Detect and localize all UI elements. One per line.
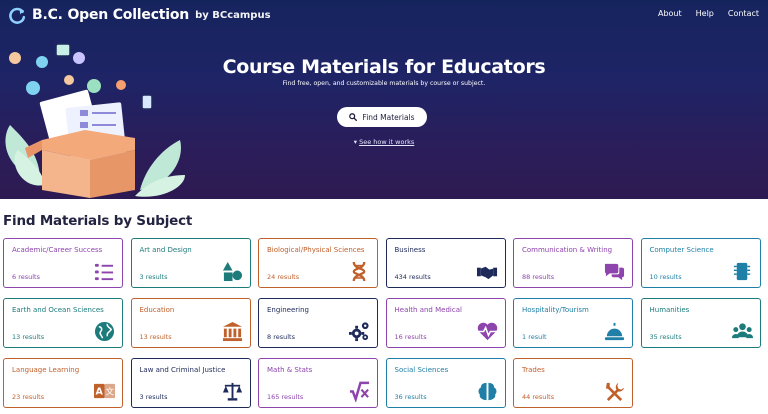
subject-result-count: 13 results <box>12 333 45 341</box>
subject-title: Humanities <box>649 306 690 314</box>
heartbeat-icon <box>477 322 497 341</box>
subject-card[interactable]: Law and Criminal Justice 3 results <box>130 358 251 408</box>
subject-card[interactable]: Business 434 results <box>385 238 506 288</box>
subject-title: Earth and Ocean Sciences <box>12 306 104 314</box>
subject-title: Engineering <box>267 306 309 314</box>
tools-icon <box>605 382 625 402</box>
subject-result-count: 3 results <box>139 393 168 401</box>
subjects-heading: Find Materials by Subject <box>3 213 193 229</box>
subject-result-count: 36 results <box>394 393 427 401</box>
people-group-icon <box>731 323 753 339</box>
subject-card[interactable]: Art and Design 3 results <box>130 238 251 288</box>
brand-byline: by BCcampus <box>195 9 271 21</box>
subject-card[interactable]: Academic/Career Success 6 results <box>3 238 123 288</box>
brand-name: B.C. Open Collection <box>32 7 190 23</box>
subject-title: Health and Medical <box>394 306 462 314</box>
subject-card[interactable]: Language Learning 23 results A 文 <box>3 358 123 408</box>
subject-card[interactable]: Communication & Writing 88 results <box>513 238 633 288</box>
see-how-it-works-label: See how it works <box>359 138 415 146</box>
subject-card[interactable]: Math & Stats 165 results <box>258 358 378 408</box>
school-building-icon <box>222 321 242 342</box>
see-how-it-works-link[interactable]: ▾ See how it works <box>0 138 768 146</box>
subject-result-count: 88 results <box>522 273 555 281</box>
subject-result-count: 10 results <box>649 273 682 281</box>
subject-card[interactable]: Biological/Physical Sciences 24 results <box>258 238 378 288</box>
subject-result-count: 8 results <box>267 333 295 341</box>
nav-contact-link[interactable]: Contact <box>728 9 759 18</box>
checklist-icon <box>94 263 114 281</box>
subject-title: Computer Science <box>649 246 714 254</box>
find-materials-button[interactable]: Find Materials <box>337 107 427 127</box>
subject-result-count: 13 results <box>139 333 172 341</box>
handshake-icon <box>476 266 497 280</box>
hero-banner: B.C. Open Collection by BCcampus About H… <box>0 0 768 199</box>
subject-card[interactable]: Earth and Ocean Sciences 13 results <box>3 298 123 348</box>
subject-result-count: 16 results <box>394 333 427 341</box>
square-root-icon <box>349 381 370 402</box>
subject-title: Social Sciences <box>394 366 449 374</box>
find-materials-label: Find Materials <box>362 112 415 122</box>
service-bell-icon <box>604 322 625 341</box>
subject-result-count: 35 results <box>649 333 682 341</box>
dna-icon <box>352 261 366 282</box>
subject-result-count: 3 results <box>139 273 168 281</box>
brain-icon <box>478 382 496 401</box>
subject-title: Academic/Career Success <box>12 246 103 254</box>
microchip-icon <box>733 262 750 281</box>
subject-result-count: 434 results <box>394 273 431 281</box>
subject-title: Communication & Writing <box>522 246 613 254</box>
gears-icon <box>349 322 369 342</box>
subject-title: Trades <box>522 366 545 374</box>
subject-title: Math & Stats <box>267 366 313 374</box>
nav-help-link[interactable]: Help <box>696 9 714 18</box>
subject-result-count: 165 results <box>267 393 304 401</box>
subject-result-count: 44 results <box>522 393 555 401</box>
chat-bubbles-icon <box>604 263 625 281</box>
subject-title: Hospitality/Tourism <box>522 306 589 314</box>
hero-title: Course Materials for Educators <box>222 56 546 78</box>
language-icon: A文 <box>94 383 115 399</box>
subject-title: Education <box>139 306 175 314</box>
scales-icon <box>222 382 242 401</box>
subject-result-count: 6 results <box>12 273 40 281</box>
hero-subtitle: Find free, open, and customizable materi… <box>282 80 486 87</box>
nav-about-link[interactable]: About <box>658 9 682 18</box>
subject-result-count: 24 results <box>267 273 300 281</box>
subject-result-count: 23 results <box>12 393 45 401</box>
shapes-icon <box>222 261 242 282</box>
subject-card[interactable]: Computer Science 10 results <box>640 238 761 288</box>
subject-title: Law and Criminal Justice <box>139 366 226 374</box>
subject-title: Language Learning <box>12 366 80 374</box>
brand-logo-link[interactable]: B.C. Open Collection by BCcampus <box>9 6 271 24</box>
svg-text:A: A <box>96 386 104 397</box>
subject-card[interactable]: Education 13 results <box>130 298 251 348</box>
globe-icon <box>94 321 115 342</box>
subject-card[interactable]: Humanities 35 results <box>640 298 761 348</box>
subject-title: Business <box>394 246 426 254</box>
subject-card[interactable]: Social Sciences 36 results <box>385 358 506 408</box>
subject-card[interactable]: Hospitality/Tourism 1 result <box>513 298 633 348</box>
top-navigation: About Help Contact <box>658 9 759 18</box>
subject-card[interactable]: Trades 44 results <box>513 358 633 408</box>
subject-title: Biological/Physical Sciences <box>267 246 365 254</box>
subject-card[interactable]: Engineering 8 results <box>258 298 378 348</box>
search-icon <box>349 113 358 121</box>
svg-text:文: 文 <box>105 385 114 397</box>
refresh-logo-icon <box>9 7 26 24</box>
subject-card[interactable]: Health and Medical 16 results <box>385 298 506 348</box>
subject-title: Art and Design <box>139 246 192 254</box>
subject-result-count: 1 result <box>522 333 547 341</box>
